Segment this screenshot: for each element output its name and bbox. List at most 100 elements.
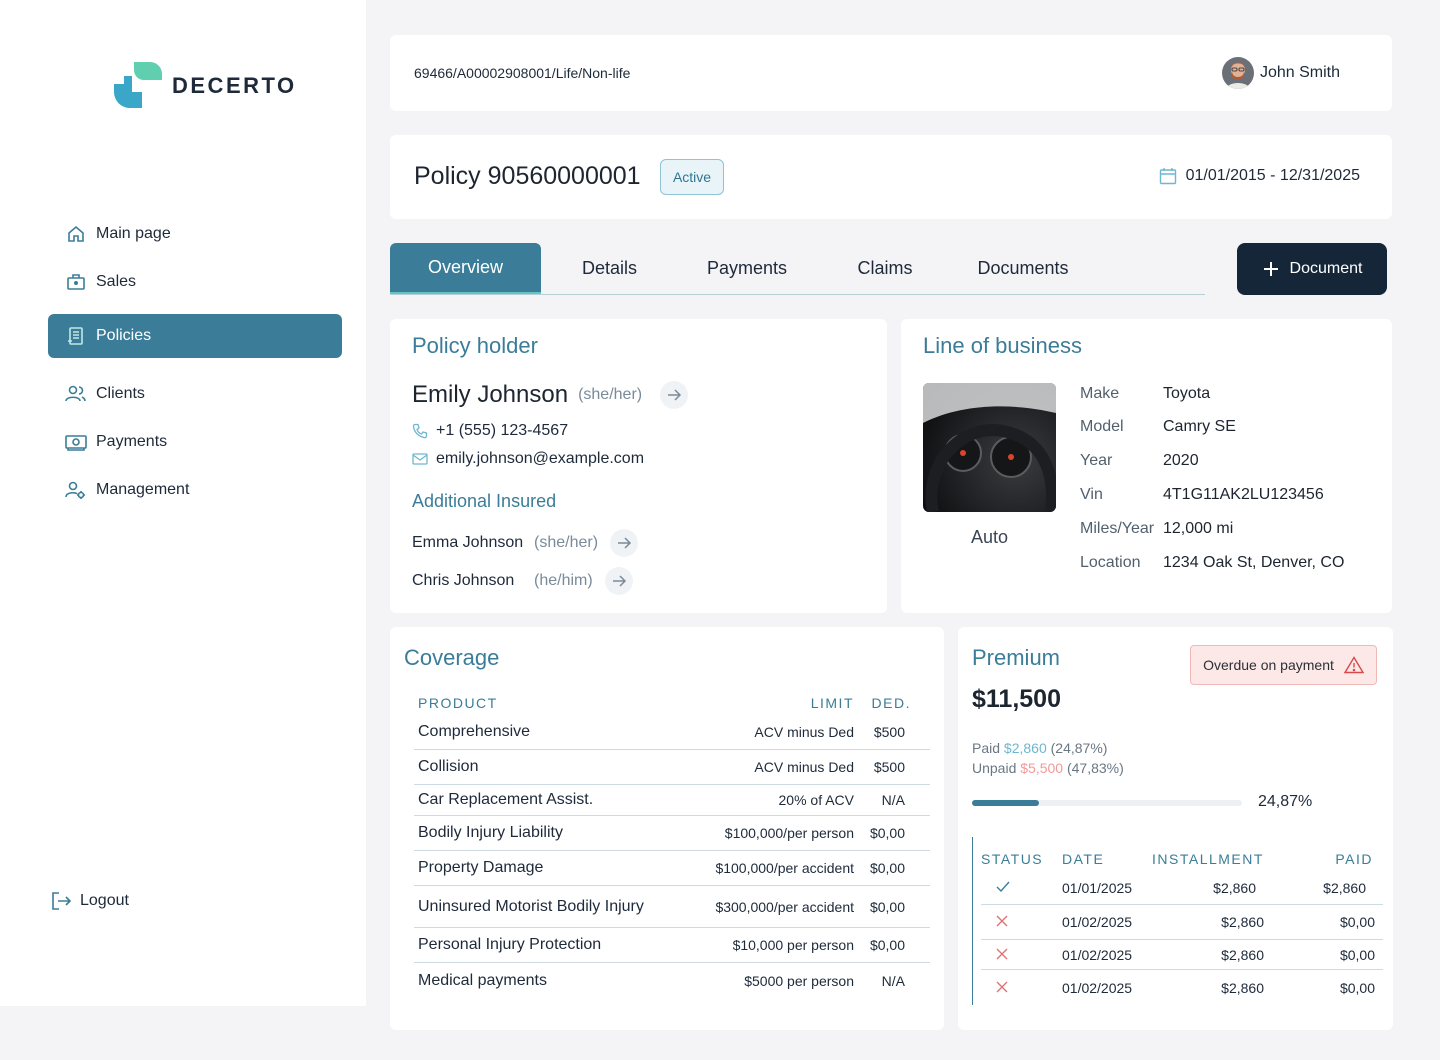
paid-summary: Paid $2,860 (24,87%) (972, 740, 1107, 756)
cell-ded: $500 (873, 759, 905, 775)
lob-field-key: Make (1080, 385, 1120, 402)
cell-paid: $0,00 (1339, 914, 1375, 930)
tab-details[interactable]: Details (541, 243, 678, 294)
cell-installment: $2,860 (1221, 914, 1264, 930)
cell-product: Property Damage (418, 859, 544, 876)
cell-limit: $10,000 per person (732, 937, 854, 953)
cell-product: Comprehensive (418, 723, 531, 740)
holder-email[interactable]: emily.johnson@example.com (412, 450, 644, 468)
sidebar: DECERTO Main page Sales Policies Clients (0, 0, 366, 1006)
sidebar-item-main-page[interactable]: Main page (48, 212, 342, 256)
cell-limit: ACV minus Ded (754, 724, 854, 740)
mail-icon (412, 453, 428, 465)
cell-limit: 20% of ACV (778, 792, 855, 808)
plus-icon (1263, 262, 1278, 276)
policy-header: Policy 90560000001 Active 01/01/2015 - 1… (390, 135, 1392, 219)
car-interior-image (923, 383, 1056, 512)
list-item: Emma Johnson (she/her) (412, 529, 639, 557)
cell-paid: $0,00 (1339, 946, 1375, 963)
lob-field: Location 1234 Oak St, Denver, CO (1080, 554, 1344, 572)
sidebar-item-management[interactable]: Management (48, 468, 342, 512)
user-menu[interactable]: John Smith (1221, 57, 1340, 89)
page-title: Policy 90560000001 (414, 162, 641, 190)
x-icon (981, 947, 1062, 963)
sidebar-item-policies[interactable]: Policies (48, 314, 342, 358)
cell-ded: $0,00 (869, 898, 905, 915)
lob-field: Miles/Year 12,000 mi (1080, 520, 1233, 538)
section-title: Policy holder (412, 333, 538, 358)
open-holder-button[interactable] (660, 381, 689, 409)
policy-date-range: 01/01/2015 - 12/31/2025 (1159, 167, 1360, 185)
sidebar-nav: Main page Sales Policies Clients Payment… (48, 212, 342, 516)
logout-icon (50, 890, 72, 912)
date-range-text: 01/01/2015 - 12/31/2025 (1185, 167, 1360, 184)
cell-date: 01/02/2025 (1062, 979, 1133, 996)
holder-name: Emily Johnson (412, 381, 569, 408)
cell-limit: $100,000/per person (724, 825, 854, 841)
arrow-right-icon (612, 575, 626, 587)
unpaid-amount: $5,500 (1020, 760, 1064, 776)
coverage-card: Coverage PRODUCT LIMIT DED. Comprehensiv… (390, 627, 944, 1030)
insured-name: Chris Johnson (412, 572, 515, 589)
holder-pronoun: (she/her) (578, 386, 643, 403)
logout-label: Logout (80, 892, 129, 909)
sidebar-item-label: Policies (96, 327, 152, 344)
cell-product: Collision (418, 758, 479, 775)
cash-icon (65, 431, 87, 453)
home-icon (65, 223, 87, 245)
open-insured-button[interactable] (604, 567, 633, 595)
overdue-alert: Overdue on payment (1190, 645, 1377, 685)
logout-button[interactable]: Logout (50, 890, 129, 912)
lob-field-value: 12,000 mi (1163, 520, 1234, 537)
user-name: John Smith (1259, 64, 1340, 81)
sidebar-item-label: Clients (96, 385, 145, 402)
column-header-date: DATE (1062, 851, 1105, 867)
cell-ded: $0,00 (869, 937, 905, 953)
payment-progress-fill (972, 800, 1040, 806)
cell-product: Car Replacement Assist. (418, 791, 594, 808)
policy-holder-card: Policy holder Emily Johnson (she/her) +1… (390, 319, 887, 613)
tab-documents[interactable]: Documents (954, 243, 1092, 294)
cell-paid: $0,00 (1339, 979, 1375, 996)
column-header-installment: INSTALLMENT (1152, 851, 1264, 867)
cell-ded: $0,00 (869, 825, 905, 841)
sidebar-item-sales[interactable]: Sales (48, 260, 342, 304)
table-header: STATUS DATE INSTALLMENT PAID (973, 837, 1383, 871)
tab-claims[interactable]: Claims (816, 243, 954, 294)
brand-logo[interactable]: DECERTO (114, 62, 297, 110)
avatar (1221, 57, 1254, 89)
paid-amount: $2,860 (1003, 740, 1047, 756)
add-document-button[interactable]: Document (1237, 243, 1387, 295)
cell-ded: N/A (881, 792, 905, 808)
holder-phone[interactable]: +1 (555) 123-4567 (412, 422, 568, 440)
add-document-label: Document (1289, 260, 1363, 277)
table-row: Bodily Injury Liability $100,000/per pers… (414, 816, 930, 851)
phone-icon (412, 423, 428, 439)
arrow-right-icon (618, 537, 632, 549)
lob-field-value: 1234 Oak St, Denver, CO (1163, 554, 1345, 571)
tab-payments[interactable]: Payments (678, 243, 816, 294)
lob-field: Year 2020 (1080, 452, 1199, 470)
additional-insured-title: Additional Insured (412, 491, 557, 511)
cell-product: Uninsured Motorist Bodily Injury (418, 897, 644, 915)
table-header: PRODUCT LIMIT DED. (414, 691, 930, 715)
lob-field-key: Model (1080, 418, 1124, 435)
holder-phone-text: +1 (555) 123-4567 (436, 422, 569, 439)
lob-field-key: Year (1080, 452, 1113, 469)
premium-card: Premium $11,500 Overdue on payment Paid … (958, 627, 1393, 1030)
users-icon (65, 383, 87, 405)
lob-field-key: Vin (1080, 486, 1103, 503)
open-insured-button[interactable] (610, 529, 639, 557)
warning-icon (1343, 656, 1364, 674)
cell-date: 01/02/2025 (1062, 946, 1133, 963)
sidebar-item-label: Payments (96, 433, 168, 450)
document-icon (65, 325, 87, 347)
cell-product: Bodily Injury Liability (418, 824, 563, 841)
top-bar: 69466/A00002908001/Life/Non-life John Sm… (390, 35, 1392, 111)
tab-overview[interactable]: Overview (390, 243, 541, 294)
briefcase-icon (65, 271, 87, 293)
installments-table: STATUS DATE INSTALLMENT PAID 01/01/2025 … (972, 837, 1383, 1005)
user-gear-icon (65, 479, 87, 501)
sidebar-item-payments[interactable]: Payments (48, 420, 342, 464)
sidebar-item-clients[interactable]: Clients (48, 372, 342, 416)
